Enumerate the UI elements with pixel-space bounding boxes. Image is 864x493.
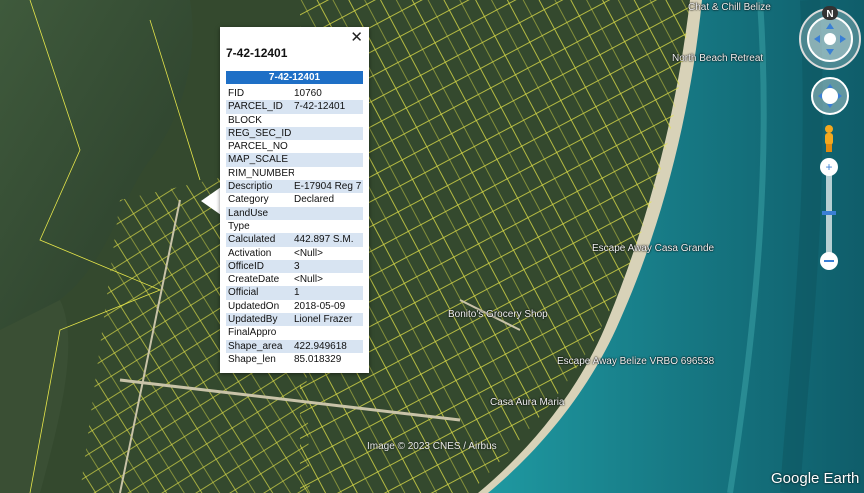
attribute-value: 2018-05-09 xyxy=(294,300,346,312)
svg-text:N: N xyxy=(826,9,833,20)
attribute-value: E-17904 Reg 7 xyxy=(294,181,362,193)
attribute-name: Category xyxy=(228,194,269,206)
attribute-row: Shape_area 422.949618 xyxy=(226,339,363,353)
north-indicator-icon[interactable]: N xyxy=(820,5,840,21)
attribute-name: CreateDate xyxy=(228,274,280,286)
attribute-value xyxy=(294,220,363,233)
place-label-north-beach[interactable]: North Beach Retreat xyxy=(672,53,763,64)
attribute-value: 1 xyxy=(294,287,300,299)
attribute-name: LandUse xyxy=(228,207,269,219)
attribute-row: LandUse xyxy=(226,206,363,220)
attribute-name: Activation xyxy=(228,247,272,259)
google-earth-logo: Google Earth xyxy=(771,470,860,487)
attribute-row: UpdatedBy Lionel Frazer xyxy=(226,313,363,327)
place-label-casa-grande[interactable]: Escape Away Casa Grande xyxy=(592,243,714,254)
street-view-pegman-icon[interactable] xyxy=(820,124,838,152)
zoom-slider[interactable]: + xyxy=(818,156,840,272)
attribute-name: FID xyxy=(228,88,245,99)
attribute-row: PARCEL_NO xyxy=(226,140,363,154)
attribute-value: 85.018329 xyxy=(294,353,342,365)
attribute-name: UpdatedOn xyxy=(228,300,280,312)
attribute-value xyxy=(294,114,363,127)
place-label-chat-chill[interactable]: Chat & Chill Belize xyxy=(688,2,771,13)
attribute-table: FID 10760 PARCEL_ID 7-42-12401 BLOCK REG_SEC_… xyxy=(226,87,363,367)
popup-table-header: 7-42-12401 xyxy=(226,71,363,84)
attribute-row: OfficeID 3 xyxy=(226,259,363,274)
attribute-name: UpdatedBy xyxy=(228,314,278,326)
attribute-value: 422.949618 xyxy=(294,340,347,352)
attribute-value: 7-42-12401 xyxy=(294,101,346,113)
popup-title: 7-42-12401 xyxy=(226,46,288,60)
attribute-value xyxy=(294,167,363,180)
attribute-name: Official xyxy=(228,287,259,299)
attribute-row: PARCEL_ID 7-42-12401 xyxy=(226,100,363,114)
attribute-name: RIM_NUMBER xyxy=(228,167,294,179)
attribute-name: FinalAppro xyxy=(228,327,277,339)
attribute-name: Calculated xyxy=(228,234,276,246)
attribute-value xyxy=(294,326,363,339)
attribute-row: Activation <Null> xyxy=(226,246,363,260)
attribute-row: Type xyxy=(226,219,363,234)
attribute-name: Shape_area xyxy=(228,340,283,352)
attribute-value: 10760 xyxy=(294,88,322,99)
attribute-value: 442.897 S.M. xyxy=(294,234,354,246)
attribute-value xyxy=(294,153,363,166)
attribute-value: <Null> xyxy=(294,274,323,286)
attribute-row: RIM_NUMBER xyxy=(226,166,363,181)
attribute-name: Shape_len xyxy=(228,353,276,365)
attribute-row: Official 1 xyxy=(226,286,363,300)
attribute-value xyxy=(294,140,363,153)
attribute-value xyxy=(294,127,363,140)
attribute-value xyxy=(294,207,363,220)
attribute-row: Shape_len 85.018329 xyxy=(226,352,363,367)
close-icon[interactable]: ✕ xyxy=(350,28,363,46)
attribute-name: REG_SEC_ID xyxy=(228,127,292,139)
attribute-row: BLOCK xyxy=(226,113,363,127)
attribute-value: Declared xyxy=(294,194,335,206)
attribute-row: REG_SEC_ID xyxy=(226,126,363,141)
attribute-name: OfficeID xyxy=(228,260,264,272)
parcel-info-popup: ✕ 7-42-12401 7-42-12401 FID 10760 PARCEL_I… xyxy=(220,27,369,373)
attribute-name: Type xyxy=(228,220,250,232)
attribute-value: <Null> xyxy=(294,247,323,259)
attribute-value: 3 xyxy=(294,260,300,272)
place-label-vrbo[interactable]: Escape Away Belize VRBO 696538 xyxy=(557,356,714,367)
attribute-row: FinalAppro xyxy=(226,326,363,340)
attribute-name: PARCEL_NO xyxy=(228,141,288,153)
attribute-row: Category Declared xyxy=(226,193,363,207)
place-label-bonito[interactable]: Bonito's Grocery Shop xyxy=(448,309,548,320)
attribute-row: Calculated 442.897 S.M. xyxy=(226,233,363,247)
attribute-row: UpdatedOn 2018-05-09 xyxy=(226,299,363,314)
attribute-value: Lionel Frazer xyxy=(294,314,353,326)
attribute-name: PARCEL_ID xyxy=(228,101,283,113)
attribute-name: MAP_SCALE xyxy=(228,154,289,166)
place-label-aura[interactable]: Casa Aura Maria xyxy=(490,397,564,408)
svg-text:+: + xyxy=(825,160,832,174)
satellite-map[interactable] xyxy=(0,0,864,493)
attribute-row: CreateDate <Null> xyxy=(226,273,363,287)
imagery-credit: Image © 2023 CNES / Airbus xyxy=(367,441,497,452)
attribute-row: FID 10760 xyxy=(226,87,363,101)
attribute-name: BLOCK xyxy=(228,114,262,126)
look-around-control[interactable] xyxy=(810,76,850,116)
popup-pointer xyxy=(201,187,221,215)
attribute-row: MAP_SCALE xyxy=(226,153,363,167)
attribute-row: Descriptio E-17904 Reg 7 xyxy=(226,180,363,194)
attribute-name: Descriptio xyxy=(228,181,273,193)
